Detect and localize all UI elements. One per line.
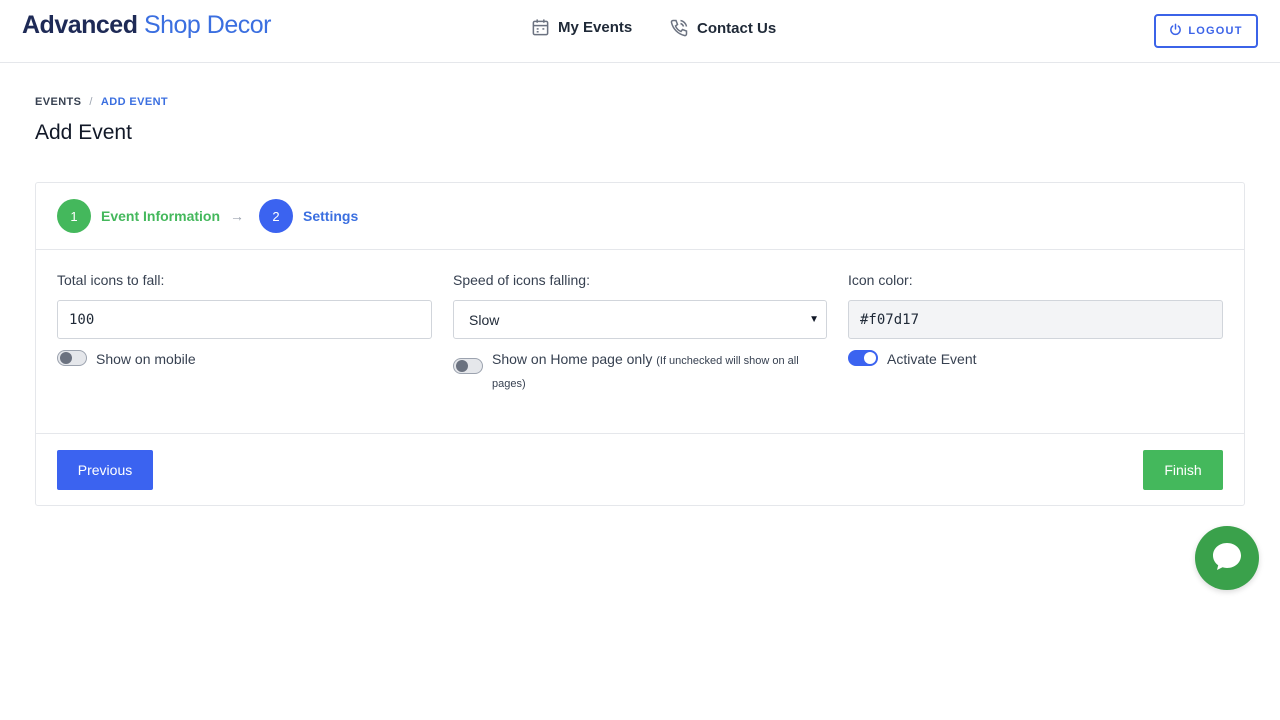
chat-bubble-icon — [1210, 539, 1244, 578]
brand-name-light: Shop Decor — [143, 11, 272, 39]
previous-button[interactable]: Previous — [57, 450, 153, 490]
caret-down-icon: ▼ — [809, 314, 819, 325]
step-number: 1 — [57, 199, 91, 233]
home-only-row: Show on Home page only (If unchecked wil… — [453, 349, 823, 395]
power-icon — [1169, 23, 1182, 39]
step-label: Event Information — [101, 208, 221, 224]
nav-my-events-label: My Events — [558, 19, 633, 36]
toggle-knob — [456, 360, 468, 372]
top-navbar: Advanced Shop Decor My Events Contact Us… — [0, 0, 1280, 63]
page-title: Add Event — [35, 121, 132, 144]
wizard-stepper: 1 Event Information → 2 Settings — [36, 183, 1244, 250]
show-on-mobile-label: Show on mobile — [96, 351, 196, 367]
breadcrumb-events[interactable]: EVENTS — [35, 96, 81, 108]
brand-logo[interactable]: Advanced Shop Decor — [22, 11, 271, 40]
total-icons-input[interactable] — [57, 300, 432, 339]
nav-contact-us[interactable]: Contact Us — [669, 18, 776, 38]
phone-icon — [669, 18, 689, 38]
home-only-text: Show on Home page only (If unchecked wil… — [492, 349, 823, 395]
step-label: Settings — [303, 208, 359, 224]
card-footer-divider — [36, 433, 1244, 434]
icon-color-label: Icon color: — [848, 272, 913, 288]
show-on-mobile-row: Show on mobile — [57, 349, 196, 370]
arrow-right-icon: → — [230, 208, 244, 224]
total-icons-label: Total icons to fall: — [57, 272, 165, 288]
calendar-icon — [531, 18, 550, 37]
step-event-information[interactable]: 1 Event Information — [57, 199, 220, 233]
chat-widget-button[interactable] — [1195, 526, 1259, 590]
home-only-label: Show on Home page only — [492, 351, 653, 367]
activate-event-row: Activate Event — [848, 349, 977, 370]
logout-label: LOGOUT — [1188, 25, 1243, 37]
breadcrumb-add-event: ADD EVENT — [100, 96, 169, 108]
speed-select[interactable]: Slow ▼ — [453, 300, 827, 339]
toggle-knob — [864, 352, 876, 364]
activate-event-label: Activate Event — [887, 351, 977, 367]
nav-contact-us-label: Contact Us — [697, 19, 777, 37]
add-event-card: 1 Event Information → 2 Settings Total i… — [35, 182, 1245, 506]
speed-selected-value: Slow — [469, 311, 500, 328]
breadcrumb-separator: / — [89, 96, 93, 108]
step-number: 2 — [259, 199, 293, 233]
step-settings[interactable]: 2 Settings — [259, 199, 358, 233]
toggle-knob — [60, 352, 72, 364]
activate-event-toggle[interactable] — [848, 350, 878, 366]
icon-color-input[interactable] — [848, 300, 1223, 339]
home-only-toggle[interactable] — [453, 358, 483, 374]
nav-my-events[interactable]: My Events — [531, 18, 632, 37]
breadcrumb: EVENTS / ADD EVENT — [35, 96, 168, 108]
show-on-mobile-toggle[interactable] — [57, 350, 87, 366]
logout-button[interactable]: LOGOUT — [1154, 14, 1258, 48]
finish-button[interactable]: Finish — [1143, 450, 1223, 490]
speed-label: Speed of icons falling: — [453, 272, 590, 288]
brand-name-bold: Advanced — [22, 11, 138, 39]
